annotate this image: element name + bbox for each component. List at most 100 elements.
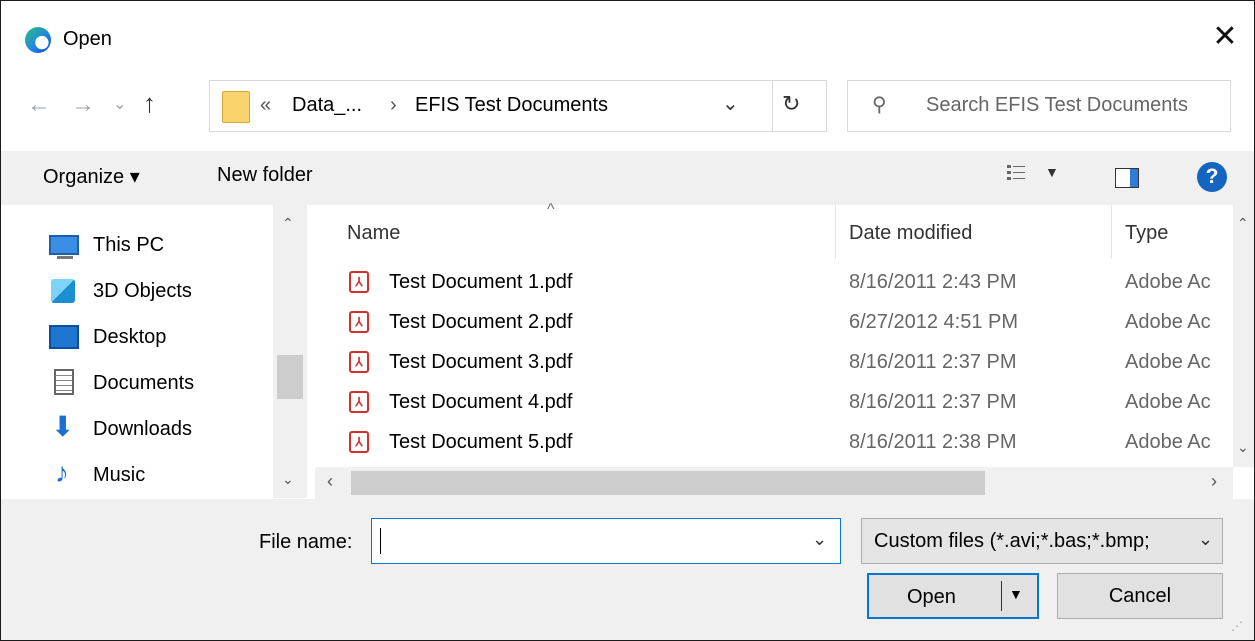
file-name: Test Document 2.pdf: [389, 311, 573, 333]
scrollbar-thumb[interactable]: [277, 355, 303, 399]
chevron-down-icon: ⌄: [722, 93, 739, 115]
pdf-icon: ⅄: [349, 311, 369, 333]
view-dropdown-icon: ▼: [1045, 164, 1059, 180]
breadcrumb-data[interactable]: Data_...: [292, 94, 362, 117]
split-divider: [1001, 581, 1002, 611]
file-name: Test Document 1.pdf: [389, 271, 573, 293]
file-name: Test Document 5.pdf: [389, 431, 573, 453]
help-button[interactable]: ?: [1197, 162, 1227, 192]
organize-button[interactable]: Organize ▾: [43, 164, 140, 189]
nav-pane-scrollbar[interactable]: ⌃ ⌄: [273, 205, 307, 498]
scroll-down-icon[interactable]: ⌄: [1237, 439, 1249, 456]
address-dropdown-button[interactable]: ⌄: [722, 91, 739, 116]
arrow-up-icon: ↑: [143, 88, 156, 118]
cancel-button-label: Cancel: [1108, 585, 1172, 607]
pc-icon: [49, 235, 79, 255]
file-type: Adobe Ac: [1125, 431, 1211, 453]
cube-icon: [51, 279, 75, 303]
nav-item-label: Downloads: [93, 418, 192, 440]
navigation-pane: This PC 3D Objects Desktop Documents ⬇ D…: [1, 205, 311, 498]
nav-item-label: This PC: [93, 234, 165, 256]
scroll-up-icon[interactable]: ⌃: [1237, 215, 1249, 232]
scroll-down-icon[interactable]: ⌄: [282, 471, 294, 488]
column-divider[interactable]: [1111, 205, 1112, 259]
forward-button[interactable]: →: [71, 90, 95, 120]
breadcrumb-separator: ›: [390, 94, 397, 116]
documents-icon: [54, 369, 74, 395]
file-date: 8/16/2011 2:37 PM: [849, 351, 1017, 373]
file-row[interactable]: ⅄ Test Document 3.pdf 8/16/2011 2:37 PM …: [345, 345, 1235, 385]
new-folder-button[interactable]: New folder: [217, 164, 313, 187]
file-name: Test Document 4.pdf: [389, 391, 573, 413]
scroll-up-icon[interactable]: ⌃: [282, 215, 294, 232]
chevron-down-icon: ⌄: [113, 96, 127, 113]
arrow-left-icon: ←: [27, 91, 51, 118]
preview-pane-button[interactable]: [1115, 168, 1139, 188]
nav-item-label: Music: [93, 464, 146, 486]
open-file-dialog: Open ✕ ← → ⌄ ↑ « Data_... › EFIS Test Do…: [0, 0, 1255, 641]
dialog-footer: File name: ⌄ Custom files (*.avi;*.bas;*…: [1, 499, 1254, 640]
music-icon: ♪: [55, 457, 69, 488]
dialog-title: Open: [63, 28, 112, 50]
view-details-icon: [1007, 165, 1025, 180]
open-button[interactable]: Open ▼: [867, 573, 1039, 619]
file-row[interactable]: ⅄ Test Document 5.pdf 8/16/2011 2:38 PM …: [345, 425, 1235, 465]
help-icon: ?: [1205, 165, 1219, 188]
column-header-name[interactable]: Name: [347, 222, 400, 245]
breadcrumb-efis-test-documents[interactable]: EFIS Test Documents: [415, 94, 608, 117]
file-date: 6/27/2012 4:51 PM: [849, 311, 1019, 333]
scrollbar-thumb[interactable]: [351, 471, 985, 495]
back-button[interactable]: ←: [27, 90, 51, 120]
resize-grip-icon[interactable]: ⋰: [1231, 619, 1243, 633]
change-view-button[interactable]: ▼: [1007, 163, 1059, 191]
file-list-horizontal-scrollbar[interactable]: ‹ ›: [315, 467, 1233, 499]
up-button[interactable]: ↑: [143, 88, 156, 119]
pdf-icon: ⅄: [349, 391, 369, 413]
text-cursor: [380, 528, 381, 554]
file-date: 8/16/2011 2:38 PM: [849, 431, 1017, 453]
file-date: 8/16/2011 2:43 PM: [849, 271, 1017, 293]
address-divider: [772, 81, 773, 131]
search-box[interactable]: ⚲ Search EFIS Test Documents: [847, 80, 1231, 132]
refresh-icon: ↻: [782, 91, 801, 116]
pc-stand-icon: [57, 256, 73, 259]
column-header-type[interactable]: Type: [1125, 222, 1168, 245]
nav-item-label: Documents: [93, 372, 195, 394]
file-name-input[interactable]: ⌄: [371, 518, 841, 564]
title-bar: Open ✕: [1, 1, 1254, 81]
folder-icon: [222, 91, 250, 123]
file-type: Adobe Ac: [1125, 311, 1211, 333]
pdf-icon: ⅄: [349, 431, 369, 453]
refresh-button[interactable]: ↻: [782, 91, 800, 117]
arrow-right-icon: →: [71, 91, 95, 118]
search-icon: ⚲: [872, 94, 887, 116]
open-button-label: Open: [907, 586, 956, 608]
scroll-right-icon[interactable]: ›: [1211, 471, 1217, 492]
file-type: Adobe Ac: [1125, 351, 1211, 373]
edge-logo-icon: [25, 27, 51, 53]
cancel-button[interactable]: Cancel: [1057, 573, 1223, 619]
file-row[interactable]: ⅄ Test Document 1.pdf 8/16/2011 2:43 PM …: [345, 265, 1235, 305]
scroll-left-icon[interactable]: ‹: [327, 471, 333, 492]
command-toolbar: Organize ▾ New folder ▼ ?: [1, 151, 1254, 205]
address-bar[interactable]: « Data_... › EFIS Test Documents ⌄ ↻: [209, 80, 827, 132]
column-divider[interactable]: [835, 205, 836, 259]
close-button[interactable]: ✕: [1207, 19, 1243, 55]
breadcrumb-overflow[interactable]: «: [260, 94, 271, 117]
file-row[interactable]: ⅄ Test Document 2.pdf 6/27/2012 4:51 PM …: [345, 305, 1235, 345]
file-type: Adobe Ac: [1125, 391, 1211, 413]
file-list-vertical-scrollbar[interactable]: ⌃ ⌄: [1233, 205, 1254, 467]
column-header-date-modified[interactable]: Date modified: [849, 222, 972, 245]
pdf-icon: ⅄: [349, 271, 369, 293]
recent-locations-button[interactable]: ⌄: [113, 90, 126, 120]
file-name-dropdown-icon[interactable]: ⌄: [812, 529, 827, 550]
file-type-select[interactable]: Custom files (*.avi;*.bas;*.bmp; ⌄: [861, 518, 1223, 564]
pdf-icon: ⅄: [349, 351, 369, 373]
file-date: 8/16/2011 2:37 PM: [849, 391, 1017, 413]
file-name-label: File name:: [259, 531, 353, 553]
open-options-dropdown-icon[interactable]: ▼: [1009, 586, 1023, 602]
file-name: Test Document 3.pdf: [389, 351, 573, 373]
file-row[interactable]: ⅄ Test Document 4.pdf 8/16/2011 2:37 PM …: [345, 385, 1235, 425]
close-icon: ✕: [1212, 20, 1238, 53]
file-list-header: ^ Name Date modified Type: [311, 201, 1254, 259]
